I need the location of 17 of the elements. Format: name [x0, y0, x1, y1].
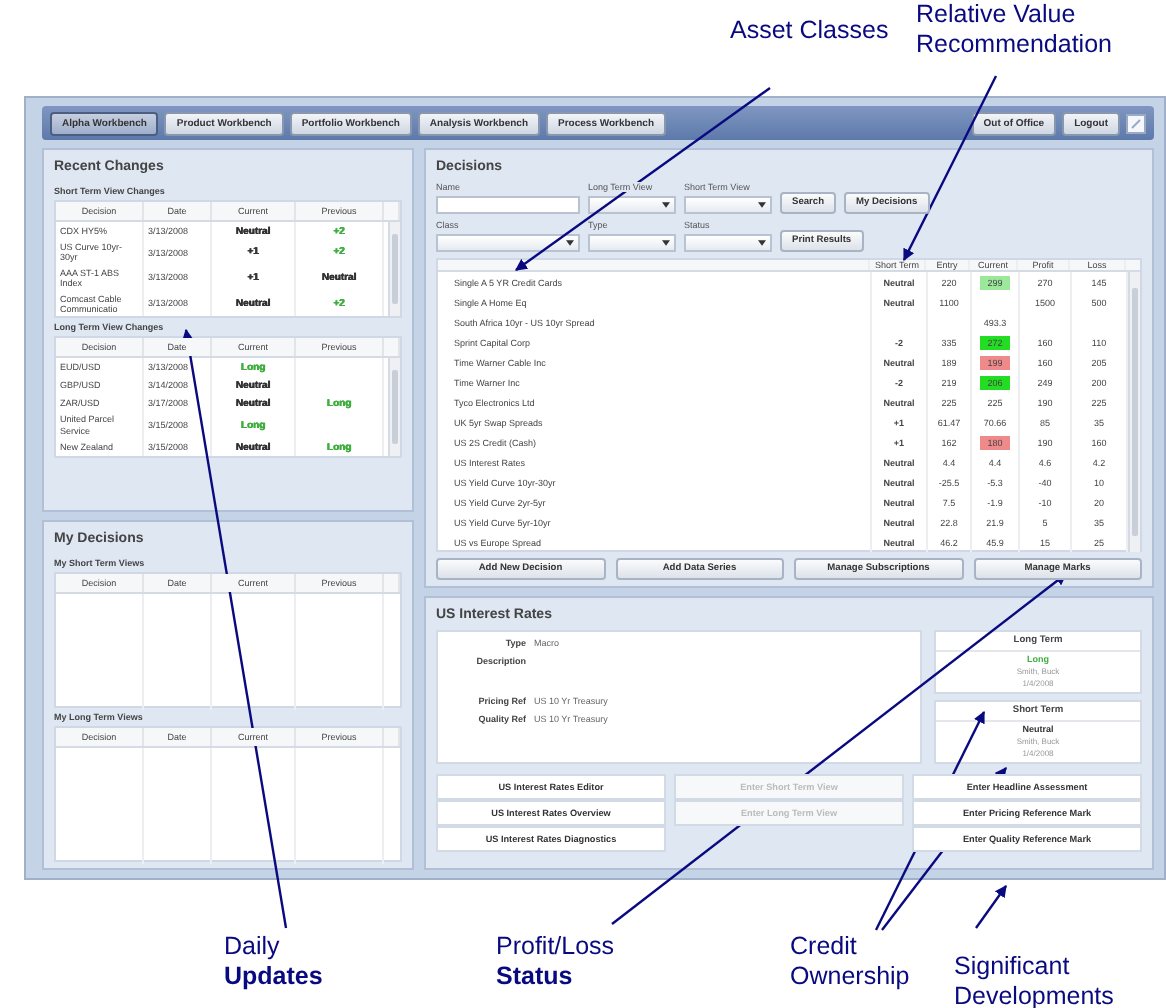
- callout-label: Relative Value Recommendation: [916, 0, 1114, 60]
- scrollbar[interactable]: [1128, 272, 1140, 552]
- callout-label: Asset Classes: [730, 16, 890, 46]
- caret-icon: [662, 240, 670, 246]
- scrollbar[interactable]: [388, 222, 400, 317]
- callout-label: Profit/Loss Status: [496, 932, 617, 992]
- scrollbar[interactable]: [388, 358, 400, 457]
- dropdown[interactable]: [588, 196, 676, 214]
- callout-label: Daily Updates: [224, 932, 325, 992]
- caret-icon: [758, 202, 766, 208]
- dropdown[interactable]: [436, 234, 580, 252]
- caret-icon: [758, 240, 766, 246]
- input-field[interactable]: [436, 196, 580, 214]
- caret-icon: [662, 202, 670, 208]
- square-icon[interactable]: [1126, 113, 1146, 133]
- callout-label: Credit Ownership: [790, 932, 912, 992]
- caret-icon: [566, 240, 574, 246]
